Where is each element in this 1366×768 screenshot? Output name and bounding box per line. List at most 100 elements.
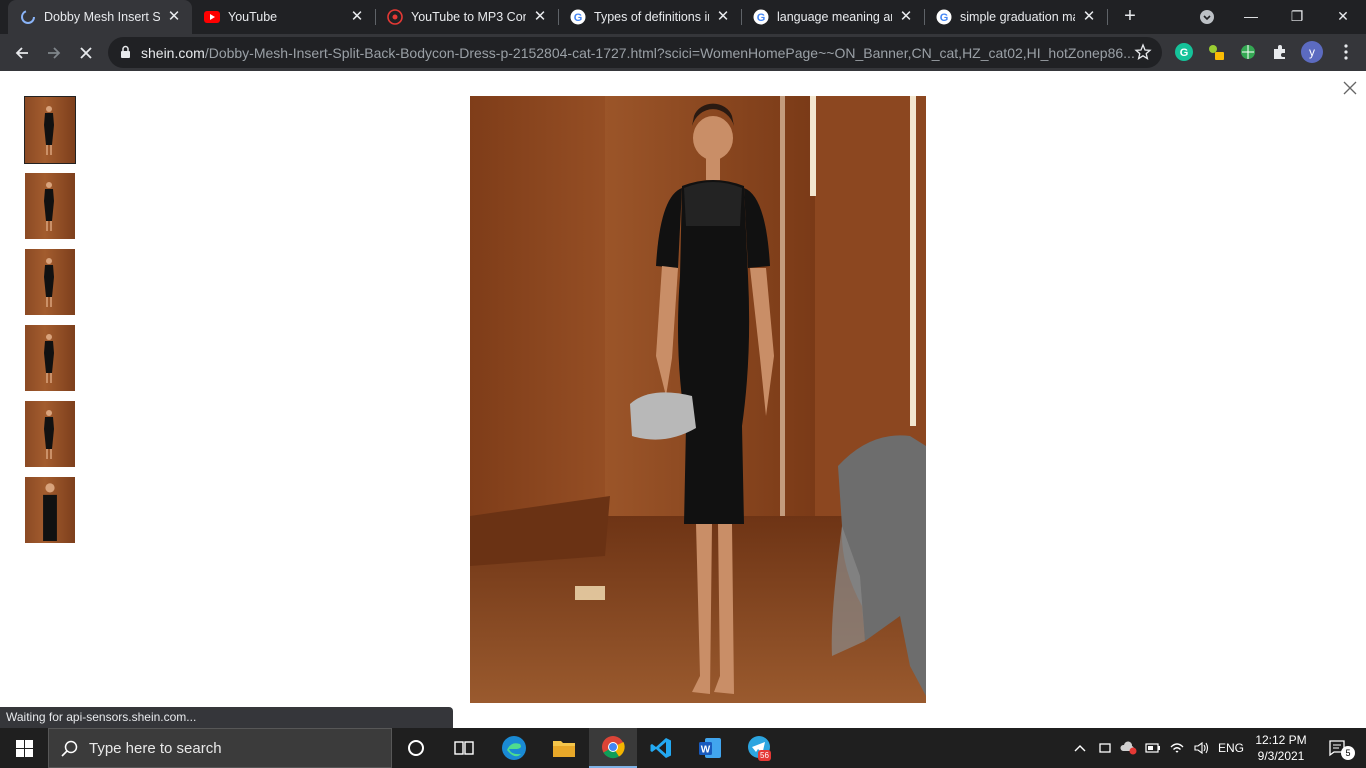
tab-close-icon[interactable]: ✕ bbox=[349, 9, 365, 25]
meet-now-tray-icon[interactable] bbox=[1094, 728, 1116, 768]
word-app[interactable]: W bbox=[686, 728, 734, 768]
thumbnail-3[interactable] bbox=[25, 249, 75, 315]
clock[interactable]: 12:12 PM 9/3/2021 bbox=[1250, 732, 1312, 764]
google-icon: G bbox=[936, 9, 952, 25]
window-close-button[interactable]: ✕ bbox=[1320, 0, 1366, 32]
globe-extension-icon[interactable] bbox=[1238, 42, 1258, 62]
puzzle-extensions-icon[interactable] bbox=[1270, 42, 1290, 62]
google-icon: G bbox=[753, 9, 769, 25]
battery-tray-icon[interactable] bbox=[1142, 728, 1164, 768]
forward-button[interactable] bbox=[40, 39, 68, 67]
tab-youtube[interactable]: YouTube ✕ bbox=[192, 0, 375, 34]
tab-dobby-mesh[interactable]: Dobby Mesh Insert Sp ✕ bbox=[8, 0, 192, 34]
show-hidden-icons-button[interactable] bbox=[1070, 728, 1090, 768]
tab-mp3-converter[interactable]: YouTube to MP3 Conv ✕ bbox=[375, 0, 558, 34]
start-button[interactable] bbox=[0, 728, 48, 768]
bookmark-star-icon[interactable] bbox=[1134, 43, 1152, 61]
product-image-viewer: Waiting for api-sensors.shein.com... bbox=[0, 71, 1366, 728]
key-extension-icon[interactable] bbox=[1206, 42, 1226, 62]
arrow-right-icon bbox=[48, 47, 61, 59]
browser-toolbar: shein.com/Dobby-Mesh-Insert-Split-Back-B… bbox=[0, 34, 1366, 71]
volume-tray-icon[interactable] bbox=[1190, 728, 1212, 768]
chevron-down-icon bbox=[1200, 10, 1214, 25]
task-view-button[interactable] bbox=[440, 728, 488, 768]
arrow-left-icon bbox=[15, 47, 28, 59]
clock-date: 9/3/2021 bbox=[1257, 749, 1305, 763]
tab-strip: Dobby Mesh Insert Sp ✕ YouTube ✕ YouTube… bbox=[0, 0, 1366, 34]
action-center-button[interactable]: 5 bbox=[1318, 728, 1358, 768]
telegram-unread-badge: 56 bbox=[758, 750, 771, 761]
thumbnail-6[interactable] bbox=[25, 477, 75, 543]
thumbnail-1[interactable] bbox=[24, 96, 76, 164]
profile-avatar[interactable]: y bbox=[1301, 41, 1323, 63]
tab-close-icon[interactable]: ✕ bbox=[1081, 9, 1097, 25]
tab-close-icon[interactable]: ✕ bbox=[715, 9, 731, 25]
folder-icon bbox=[553, 741, 575, 757]
stop-loading-button[interactable] bbox=[72, 39, 100, 67]
wifi-tray-icon[interactable] bbox=[1166, 728, 1188, 768]
windows-taskbar: Type here to search W 56 ENG 12:12 PM 9/… bbox=[0, 728, 1366, 768]
cortana-circle-icon bbox=[408, 740, 424, 756]
profile-initial: y bbox=[1309, 45, 1315, 59]
svg-text:G: G bbox=[757, 12, 766, 24]
url-path: /Dobby-Mesh-Insert-Split-Back-Bodycon-Dr… bbox=[204, 45, 1135, 61]
shein-loading-icon bbox=[20, 9, 36, 25]
chevron-up-icon bbox=[1074, 745, 1086, 752]
tab-close-icon[interactable]: ✕ bbox=[898, 9, 914, 25]
language-indicator[interactable]: ENG bbox=[1214, 728, 1248, 768]
svg-text:G: G bbox=[574, 12, 583, 24]
google-icon: G bbox=[570, 9, 586, 25]
cortana-button[interactable] bbox=[392, 728, 440, 768]
url-host: shein.com bbox=[141, 45, 205, 61]
model-figure bbox=[44, 334, 54, 383]
thumbnail-4[interactable] bbox=[25, 325, 75, 391]
svg-text:W: W bbox=[701, 745, 711, 756]
lock-icon bbox=[121, 45, 130, 58]
tab-simple-graduation[interactable]: G simple graduation ma ✕ bbox=[924, 0, 1107, 34]
tab-title: YouTube to MP3 Conv bbox=[411, 10, 526, 24]
clock-time: 12:12 PM bbox=[1255, 733, 1307, 747]
tab-close-icon[interactable]: ✕ bbox=[532, 9, 548, 25]
model-figure bbox=[44, 258, 54, 307]
edge-icon bbox=[502, 736, 526, 760]
search-icon bbox=[61, 740, 78, 757]
windows-logo-icon bbox=[15, 739, 33, 757]
tab-separator bbox=[1107, 9, 1108, 25]
tab-close-icon[interactable]: ✕ bbox=[166, 9, 182, 25]
taskbar-search-box[interactable]: Type here to search bbox=[48, 728, 392, 768]
mp3-converter-icon bbox=[387, 9, 403, 25]
file-explorer-app[interactable] bbox=[540, 728, 588, 768]
tab-title: YouTube bbox=[228, 10, 278, 24]
more-menu-icon[interactable] bbox=[1336, 42, 1356, 62]
edge-app[interactable] bbox=[490, 728, 538, 768]
tab-types-of-definitions[interactable]: G Types of definitions in ✕ bbox=[558, 0, 741, 34]
vscode-app[interactable] bbox=[637, 728, 685, 768]
search-placeholder: Type here to search bbox=[89, 740, 222, 757]
tab-title: Types of definitions in bbox=[594, 10, 709, 24]
tab-title: simple graduation ma bbox=[960, 10, 1075, 24]
thumbnail-2[interactable] bbox=[25, 173, 75, 239]
wifi-icon bbox=[1170, 743, 1184, 753]
model-figure bbox=[44, 410, 54, 459]
thumbnail-5[interactable] bbox=[25, 401, 75, 467]
telegram-app[interactable]: 56 bbox=[736, 728, 784, 768]
task-view-icon bbox=[454, 741, 474, 755]
url-text: shein.com/Dobby-Mesh-Insert-Split-Back-B… bbox=[141, 45, 1141, 61]
onedrive-tray-icon[interactable] bbox=[1118, 728, 1140, 768]
address-bar[interactable]: shein.com/Dobby-Mesh-Insert-Split-Back-B… bbox=[108, 37, 1162, 68]
speaker-icon bbox=[1194, 741, 1209, 755]
svg-text:G: G bbox=[940, 12, 949, 24]
minimize-button[interactable]: — bbox=[1228, 0, 1274, 32]
tab-language-meaning[interactable]: G language meaning and ✕ bbox=[741, 0, 924, 34]
back-button[interactable] bbox=[8, 39, 36, 67]
vscode-icon bbox=[650, 738, 671, 758]
model-closeup-figure bbox=[43, 483, 57, 541]
chrome-app[interactable] bbox=[589, 728, 637, 768]
tab-search-button[interactable] bbox=[1184, 0, 1230, 32]
battery-icon bbox=[1145, 743, 1160, 753]
restore-button[interactable]: ❐ bbox=[1274, 0, 1320, 32]
close-viewer-icon[interactable] bbox=[1341, 79, 1359, 97]
word-icon: W bbox=[699, 738, 721, 758]
new-tab-button[interactable]: + bbox=[1118, 5, 1142, 29]
grammarly-extension-icon[interactable]: G bbox=[1174, 42, 1194, 62]
